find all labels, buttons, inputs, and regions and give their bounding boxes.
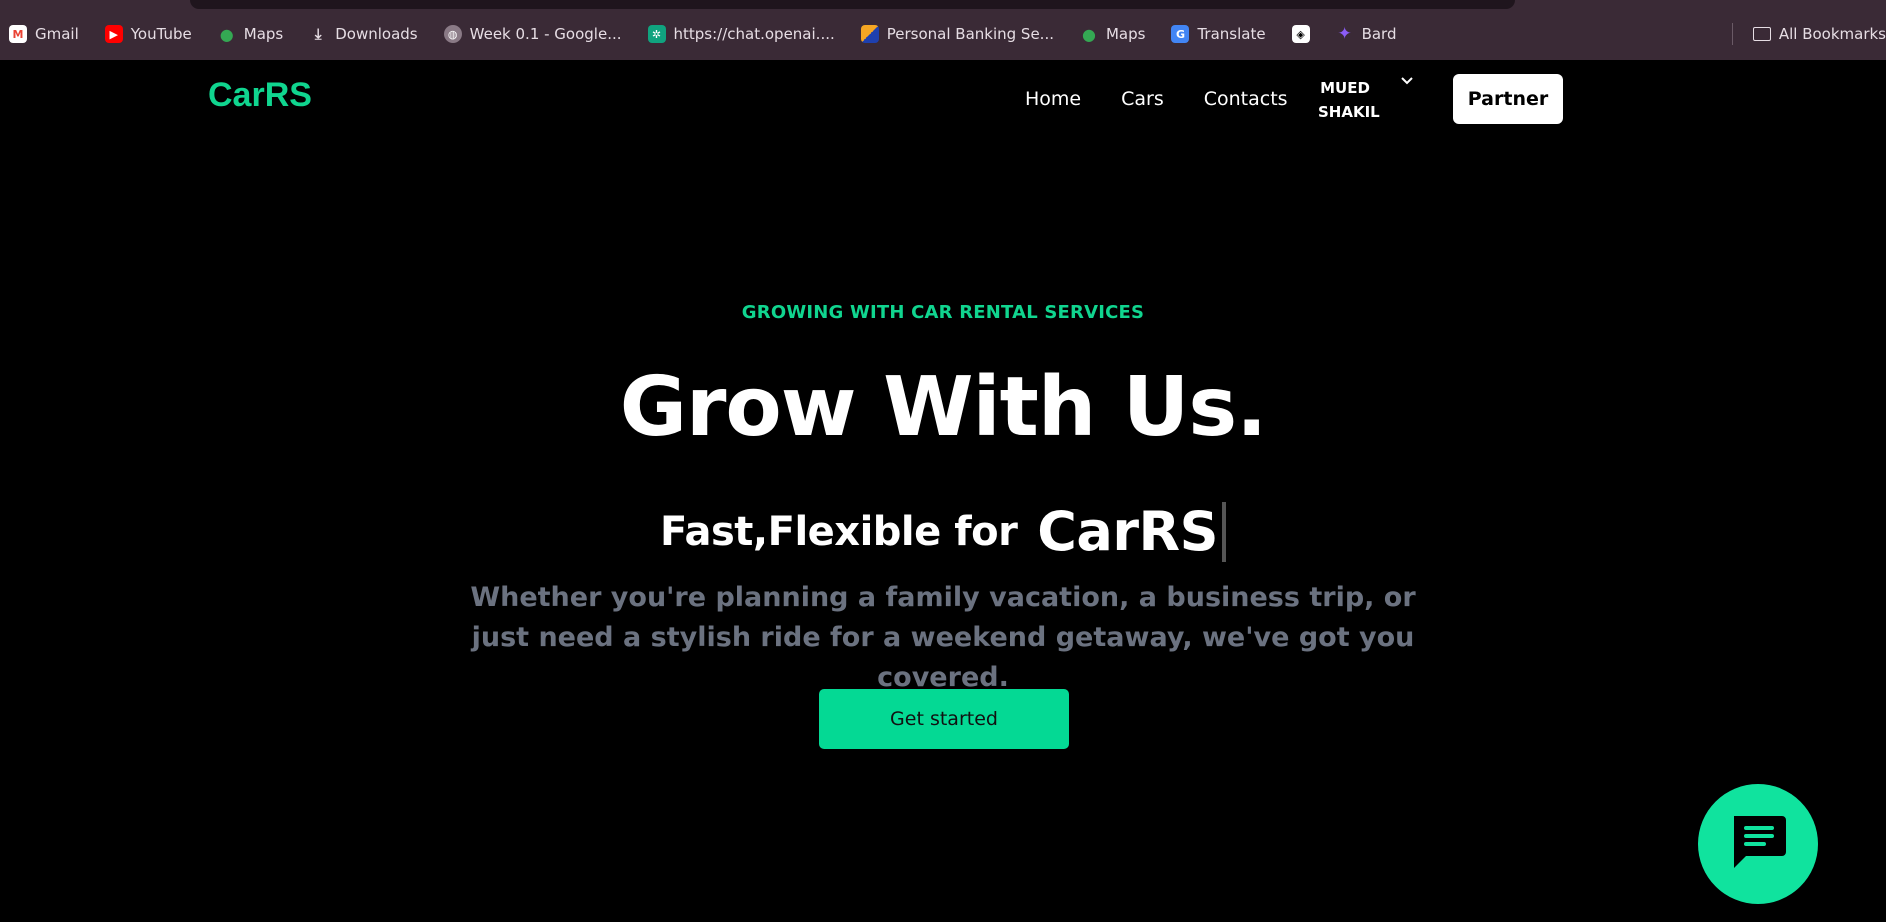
bookmark-chat-openai[interactable]: ✲ https://chat.openai....	[647, 25, 835, 43]
bookmark-label: Downloads	[335, 25, 418, 43]
all-bookmarks-area: All Bookmarks	[1731, 0, 1886, 60]
bookmark-maps-2[interactable]: ● Maps	[1080, 24, 1146, 44]
openai-icon: ✲	[647, 25, 666, 43]
typed-word: CarRS	[1037, 500, 1218, 563]
maps-icon: ●	[1082, 24, 1096, 44]
bookmark-label: Personal Banking Se...	[886, 25, 1054, 43]
address-bar-edge	[190, 0, 1515, 9]
download-icon: ⤓	[314, 25, 322, 43]
bookmark-label: Maps	[243, 25, 284, 43]
globe-icon: ◍	[443, 25, 462, 43]
typed-static-text: Fast,Flexible for	[660, 508, 1018, 555]
chevron-down-icon[interactable]	[1400, 72, 1414, 90]
bookmark-translate[interactable]: G Translate	[1171, 25, 1266, 43]
bank-icon	[860, 25, 879, 43]
bookmark-label: Bard	[1361, 25, 1397, 43]
bookmark-downloads[interactable]: ⤓ Downloads	[309, 25, 418, 43]
all-bookmarks-label: All Bookmarks	[1778, 25, 1886, 43]
bookmark-label: Maps	[1105, 25, 1146, 43]
all-bookmarks-button[interactable]: All Bookmarks	[1752, 25, 1886, 43]
bookmark-gmail[interactable]: M Gmail	[9, 25, 79, 43]
hero-title: Grow With Us.	[619, 360, 1268, 455]
bookmarks-bar: M Gmail ▶ YouTube ● Maps ⤓ Downloads ◍ W…	[0, 0, 1886, 60]
hero-description: Whether you're planning a family vacatio…	[470, 582, 1416, 693]
translate-icon: G	[1171, 25, 1190, 43]
codepen-icon: ◈	[1291, 25, 1310, 43]
bookmark-banking[interactable]: Personal Banking Se...	[860, 25, 1054, 43]
user-menu-name[interactable]: MUED SHAKIL	[1318, 76, 1380, 124]
bookmark-label: Gmail	[35, 25, 79, 43]
get-started-button[interactable]: Get started	[819, 689, 1069, 749]
bookmark-label: https://chat.openai....	[673, 25, 835, 43]
partner-button[interactable]: Partner	[1453, 74, 1563, 124]
chat-button[interactable]	[1698, 784, 1818, 904]
chat-icon	[1726, 812, 1790, 876]
maps-icon: ●	[219, 24, 234, 44]
folder-icon	[1752, 27, 1771, 41]
bookmark-youtube[interactable]: ▶ YouTube	[104, 25, 192, 43]
bard-icon: ✦	[1337, 24, 1352, 44]
bookmark-bard[interactable]: ✦ Bard	[1336, 24, 1397, 44]
typing-caret	[1221, 501, 1226, 562]
hero-eyebrow: GROWING WITH CAR RENTAL SERVICES	[741, 302, 1145, 323]
youtube-icon: ▶	[104, 25, 123, 43]
bookmarks-list: M Gmail ▶ YouTube ● Maps ⤓ Downloads ◍ W…	[0, 4, 1423, 60]
nav-contacts[interactable]: Contacts	[1204, 88, 1288, 110]
bookmark-label: Week 0.1 - Google...	[469, 25, 622, 43]
bookmark-week[interactable]: ◍ Week 0.1 - Google...	[443, 25, 622, 43]
site-navbar: CarRS Home Cars Contacts MUED SHAKIL Par…	[0, 60, 1886, 138]
bookmarks-separator	[1731, 23, 1733, 45]
nav-home[interactable]: Home	[1025, 88, 1081, 110]
bookmark-maps[interactable]: ● Maps	[218, 24, 284, 44]
bookmark-label: Translate	[1197, 25, 1266, 43]
typed-line: Fast,Flexible for CarRS	[0, 500, 1886, 563]
bookmark-label: YouTube	[130, 25, 192, 43]
user-last-name: SHAKIL	[1318, 103, 1380, 121]
user-first-name: MUED	[1320, 79, 1370, 97]
bookmark-codepen[interactable]: ◈	[1291, 25, 1310, 43]
nav-links: Home Cars Contacts	[1025, 88, 1288, 110]
nav-cars[interactable]: Cars	[1121, 88, 1164, 110]
logo[interactable]: CarRS	[208, 76, 312, 115]
gmail-icon: M	[9, 25, 27, 43]
